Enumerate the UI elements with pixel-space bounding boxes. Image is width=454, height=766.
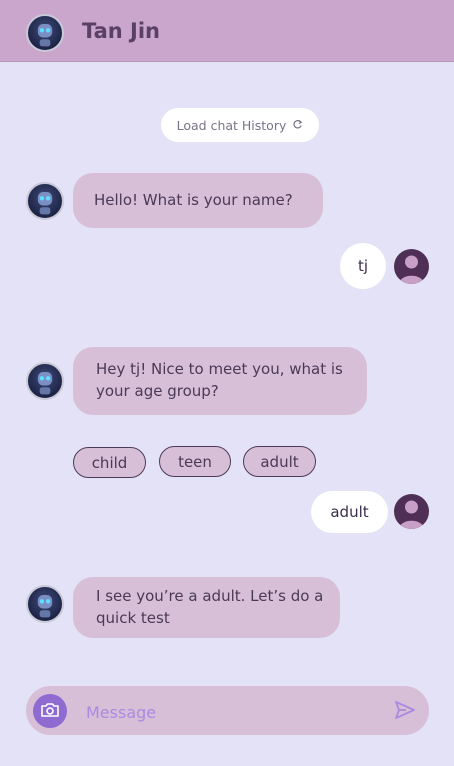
load-chat-history-label: Load chat History <box>176 117 287 133</box>
option-teen-button[interactable]: teen <box>159 446 231 477</box>
user-message: tj <box>340 243 386 289</box>
robot-avatar-icon <box>26 362 64 400</box>
robot-avatar-icon <box>26 14 64 52</box>
message-composer <box>26 686 429 735</box>
option-child-button[interactable]: child <box>73 447 146 478</box>
robot-avatar-icon <box>26 182 64 220</box>
load-chat-history-button[interactable]: Load chat History <box>161 108 319 142</box>
send-button[interactable] <box>392 698 418 724</box>
camera-icon <box>40 702 60 721</box>
user-avatar-icon <box>394 494 429 529</box>
chat-title: Tan Jin <box>82 19 161 43</box>
camera-button[interactable] <box>33 694 67 728</box>
option-adult-button[interactable]: adult <box>243 446 316 477</box>
bot-message: Hello! What is your name? <box>73 173 323 228</box>
send-icon <box>393 701 417 725</box>
bot-message: Hey tj! Nice to meet you, what is your a… <box>73 347 367 415</box>
refresh-icon <box>292 118 303 133</box>
robot-avatar-icon <box>26 585 64 623</box>
user-avatar-icon <box>394 249 429 284</box>
chat-header: Tan Jin <box>0 0 454 62</box>
user-message: adult <box>311 491 388 533</box>
message-input[interactable] <box>84 694 378 730</box>
bot-message: I see you’re a adult. Let’s do a quick t… <box>73 577 340 638</box>
